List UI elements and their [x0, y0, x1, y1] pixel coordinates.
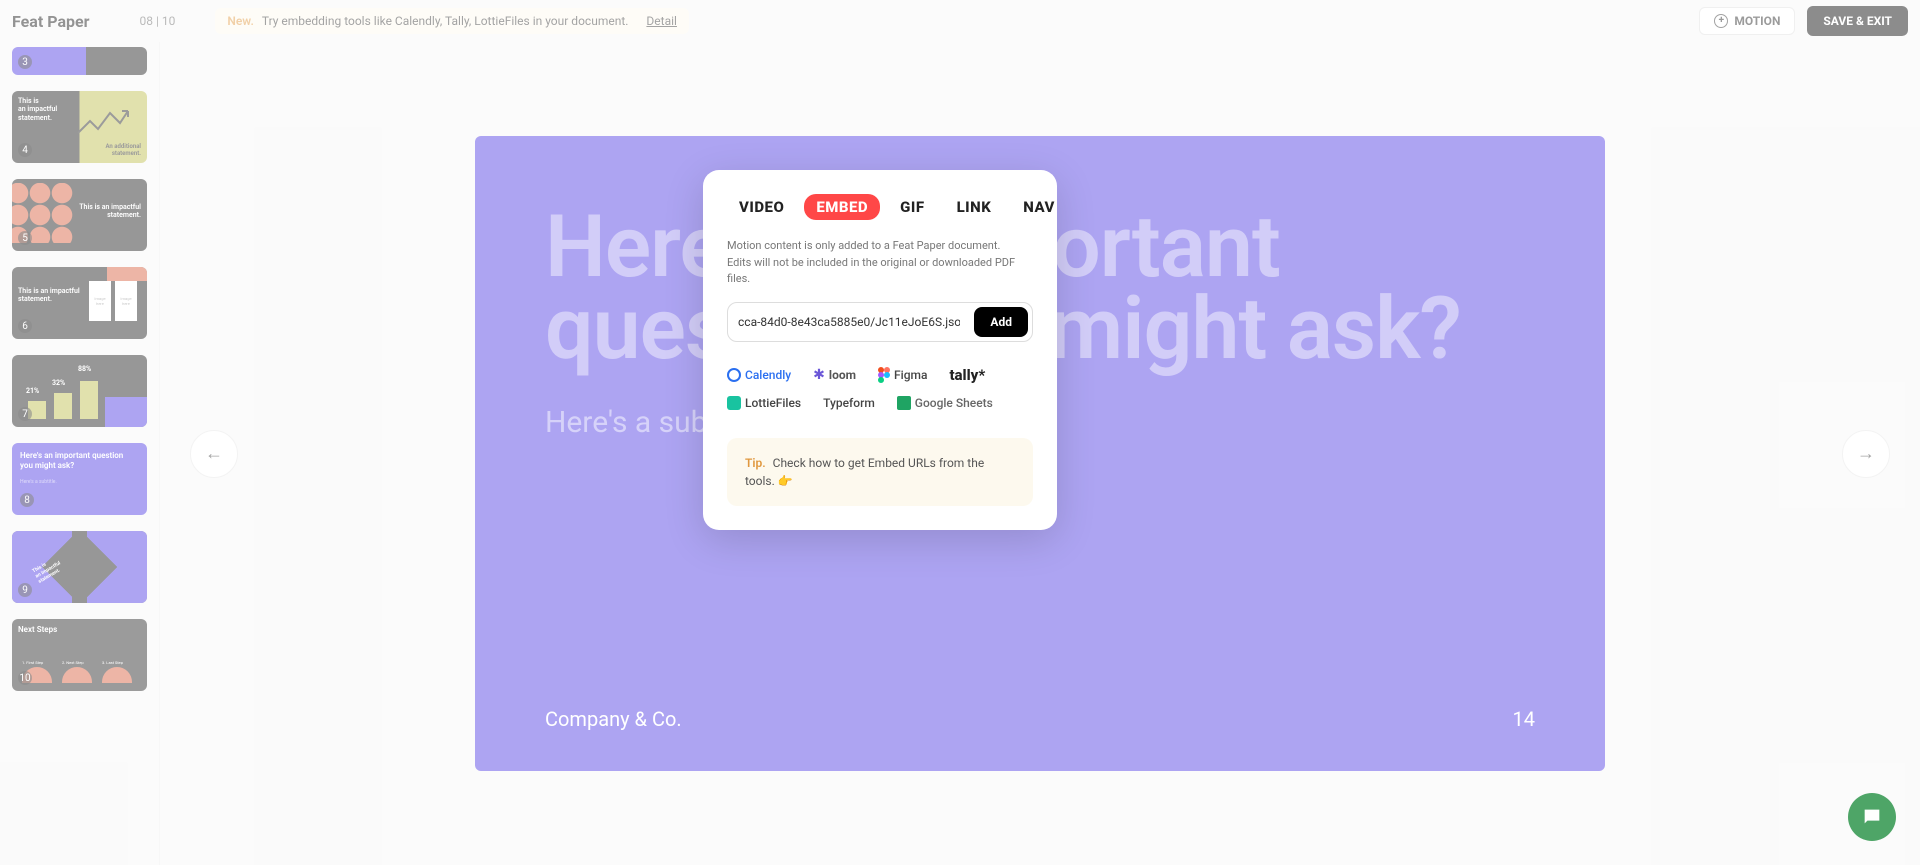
tool-loom: ✱ loom	[813, 367, 856, 383]
tool-label: Google Sheets	[915, 396, 993, 410]
embed-url-input[interactable]	[732, 307, 966, 337]
tab-link[interactable]: LINK	[945, 194, 1004, 220]
figma-icon	[878, 367, 890, 383]
tip-label: Tip.	[745, 456, 766, 470]
tool-google-sheets: Google Sheets	[897, 396, 993, 410]
lottiefiles-icon	[727, 396, 741, 410]
tab-embed[interactable]: EMBED	[804, 194, 880, 220]
motion-modal: VIDEO EMBED GIF LINK NAV Motion content …	[703, 170, 1057, 530]
chat-button[interactable]	[1848, 793, 1896, 841]
loom-icon: ✱	[813, 367, 825, 383]
tool-tally: tally*	[949, 366, 985, 384]
tool-calendly: Calendly	[727, 368, 791, 382]
tool-label: LottieFiles	[745, 396, 801, 410]
tool-lottiefiles: LottieFiles	[727, 396, 801, 410]
modal-description: Motion content is only added to a Feat P…	[727, 238, 1033, 288]
tip-text: Check how to get Embed URLs from the too…	[745, 456, 984, 488]
calendly-icon	[727, 368, 741, 382]
modal-description-line: Edits will not be included in the origin…	[727, 255, 1033, 288]
tool-typeform: Typeform	[823, 396, 875, 410]
modal-description-line: Motion content is only added to a Feat P…	[727, 238, 1033, 255]
tool-label: Typeform	[823, 396, 875, 410]
tab-video[interactable]: VIDEO	[727, 194, 796, 220]
add-button[interactable]: Add	[974, 307, 1028, 337]
google-sheets-icon	[897, 396, 911, 410]
supported-tools: Calendly ✱ loom Figma tally* LottieFiles…	[727, 366, 1033, 410]
tab-gif[interactable]: GIF	[888, 194, 936, 220]
tool-figma: Figma	[878, 367, 927, 383]
tab-nav[interactable]: NAV	[1011, 194, 1067, 220]
modal-tabs: VIDEO EMBED GIF LINK NAV	[727, 194, 1033, 220]
tip-box: Tip. Check how to get Embed URLs from th…	[727, 438, 1033, 506]
tool-label: loom	[829, 368, 856, 382]
tool-label: Figma	[894, 368, 927, 382]
chat-icon	[1861, 806, 1883, 828]
tool-label: tally*	[949, 366, 985, 384]
tool-label: Calendly	[745, 368, 791, 382]
embed-url-row: Add	[727, 302, 1033, 342]
